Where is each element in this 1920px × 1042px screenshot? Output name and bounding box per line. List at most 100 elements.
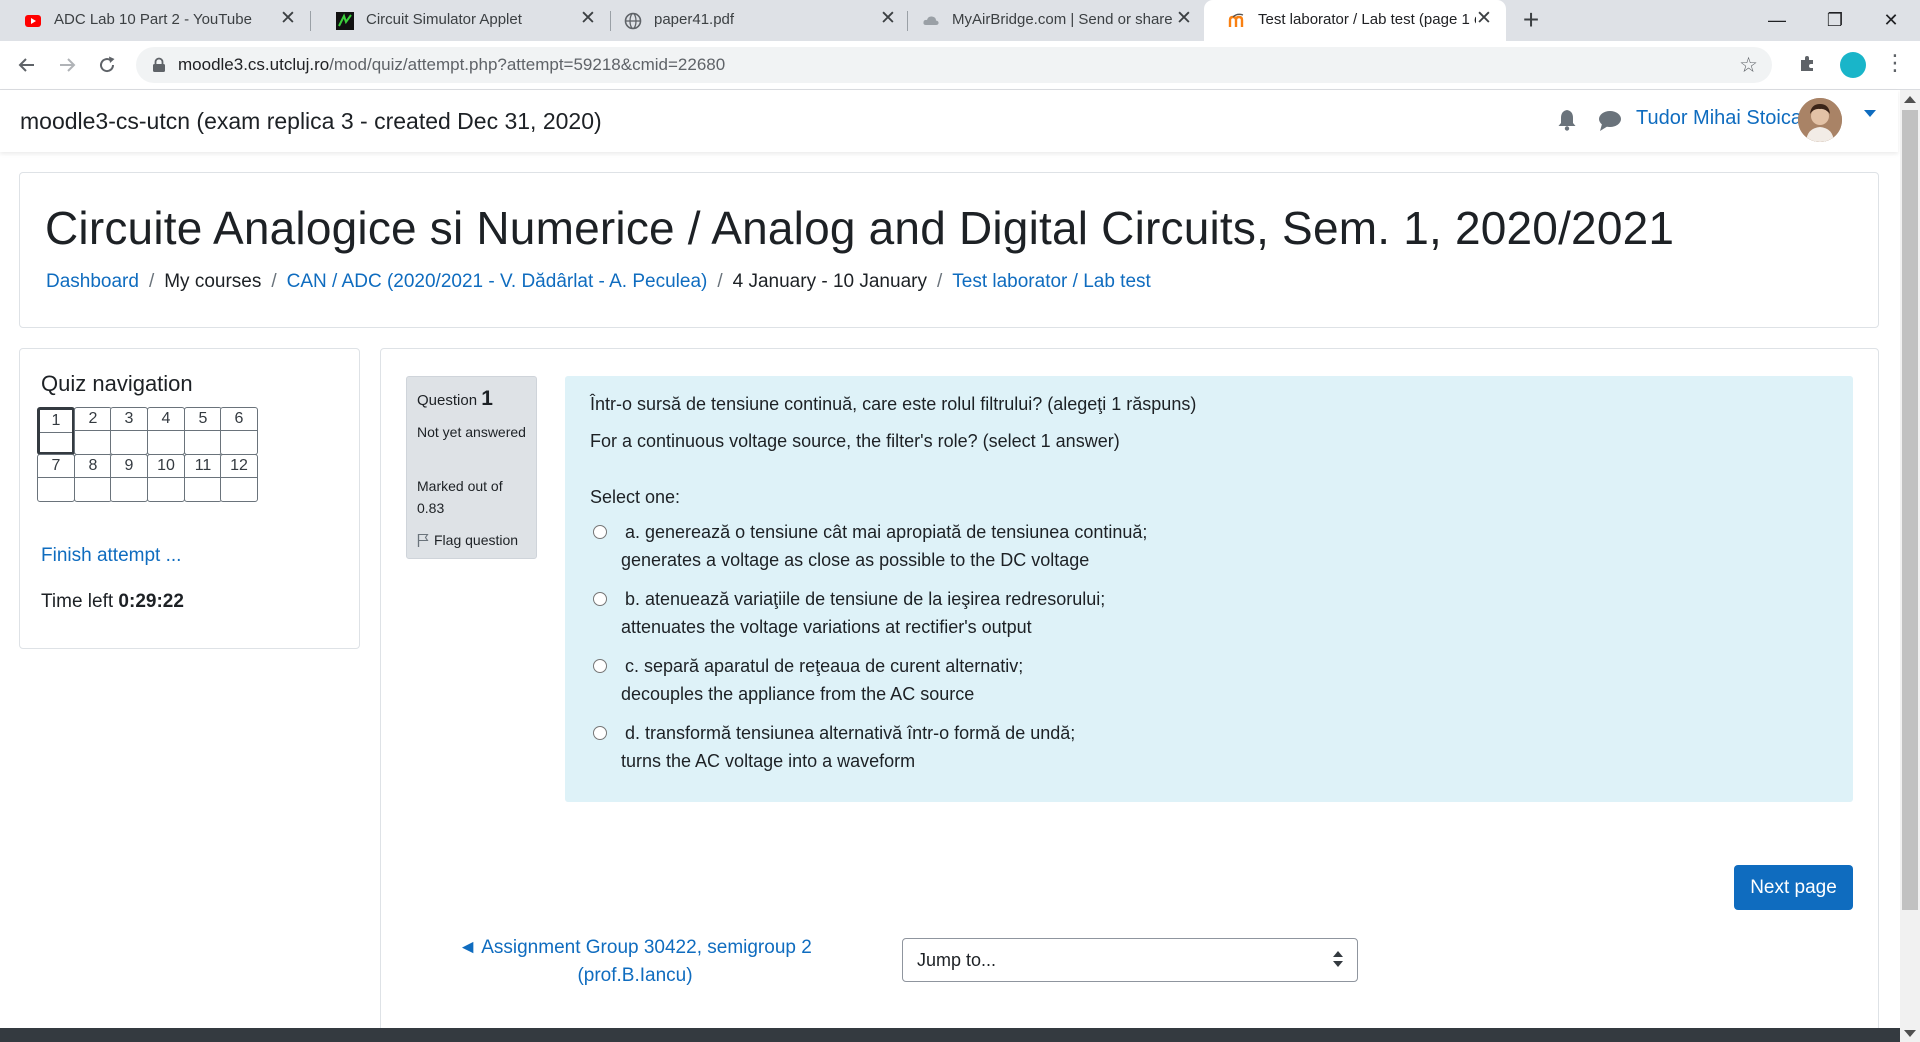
scroll-up-arrow-icon[interactable] <box>1904 96 1916 103</box>
answer-radio[interactable] <box>593 726 607 740</box>
quiz-nav-button-8[interactable]: 8 <box>74 454 112 502</box>
flag-icon <box>417 533 429 547</box>
tab-title: MyAirBridge.com | Send or share <box>952 11 1173 28</box>
forward-button[interactable] <box>50 48 84 82</box>
question-number-value: 1 <box>481 387 493 410</box>
tab-paper-pdf[interactable]: paper41.pdf ✕ <box>600 0 904 41</box>
jump-to-select[interactable]: Jump to... <box>902 938 1358 982</box>
moodle-icon <box>1228 13 1244 27</box>
course-title: Circuite Analogice si Numerice / Analog … <box>45 202 1675 254</box>
quiz-nav-number: 7 <box>51 457 61 474</box>
quiz-nav-button-10[interactable]: 10 <box>147 454 185 502</box>
answer-radio[interactable] <box>593 659 607 673</box>
youtube-icon <box>25 15 41 27</box>
tab-circuit-simulator[interactable]: Circuit Simulator Applet ✕ <box>312 0 610 41</box>
globe-icon <box>624 12 642 30</box>
browser-menu-icon[interactable]: ⋮ <box>1884 50 1906 76</box>
user-menu-caret-icon[interactable] <box>1864 110 1876 117</box>
tab-close-icon[interactable]: ✕ <box>878 8 898 30</box>
breadcrumb-separator: / <box>936 271 943 292</box>
quiz-nav-number: 3 <box>124 410 134 427</box>
tab-title: Test laborator / Lab test (page 1 o <box>1258 11 1476 28</box>
answer-text-en[interactable]: decouples the appliance from the AC sour… <box>621 684 974 705</box>
quiz-nav-button-3[interactable]: 3 <box>110 407 148 455</box>
quiz-nav-number: 2 <box>88 410 98 427</box>
breadcrumb-course[interactable]: CAN / ADC (2020/2021 - V. Dădârlat - A. … <box>287 271 708 292</box>
extensions-puzzle-icon[interactable] <box>1798 53 1818 73</box>
notification-bell-icon[interactable] <box>1556 108 1578 132</box>
previous-activity-line1[interactable]: ◄ Assignment Group 30422, semigroup 2 <box>440 934 830 962</box>
quiz-nav-button-6[interactable]: 6 <box>220 407 258 455</box>
restore-button[interactable]: ❐ <box>1806 0 1864 40</box>
user-name[interactable]: Tudor Mihai Stoica <box>1636 107 1802 130</box>
quiz-nav-button-1[interactable]: 1 <box>37 407 75 455</box>
user-avatar[interactable] <box>1798 98 1842 142</box>
time-left-value: 0:29:22 <box>118 591 184 612</box>
breadcrumb-my-courses: My courses <box>164 271 262 292</box>
quiz-nav-button-7[interactable]: 7 <box>37 454 75 502</box>
bookmark-star-icon[interactable]: ☆ <box>1739 53 1758 78</box>
quiz-nav-button-9[interactable]: 9 <box>110 454 148 502</box>
reload-button[interactable] <box>90 48 124 82</box>
url-text: moodle3.cs.utcluj.ro/mod/quiz/attempt.ph… <box>178 55 725 75</box>
answer-text-ro[interactable]: c. separă aparatul de reţeaua de curent … <box>625 656 1023 677</box>
answer-text-en[interactable]: generates a voltage as close as possible… <box>621 550 1089 571</box>
quiz-nav-button-4[interactable]: 4 <box>147 407 185 455</box>
messages-chat-icon[interactable] <box>1598 110 1622 132</box>
reload-icon <box>100 56 115 73</box>
quiz-nav-button-12[interactable]: 12 <box>220 454 258 502</box>
breadcrumb: Dashboard / My courses / CAN / ADC (2020/202… <box>46 271 1151 293</box>
back-button[interactable] <box>10 48 44 82</box>
address-bar[interactable]: moodle3.cs.utcluj.ro/mod/quiz/attempt.ph… <box>136 47 1772 83</box>
quiz-nav-button-11[interactable]: 11 <box>184 454 222 502</box>
previous-activity-line2[interactable]: (prof.B.Iancu) <box>440 962 830 990</box>
answer-text-en[interactable]: turns the AC voltage into a waveform <box>621 751 915 772</box>
quiz-nav-number: 9 <box>124 457 134 474</box>
tab-title: ADC Lab 10 Part 2 - YouTube <box>54 11 252 28</box>
answer-text-en[interactable]: attenuates the voltage variations at rec… <box>621 617 1032 638</box>
window-close-button[interactable]: ✕ <box>1862 0 1920 40</box>
answer-text-ro[interactable]: a. generează o tensiune cât mai apropiat… <box>625 522 1147 543</box>
tab-title: paper41.pdf <box>654 11 735 28</box>
quiz-nav-button-5[interactable]: 5 <box>184 407 222 455</box>
question-state: Not yet answered <box>417 424 526 440</box>
quiz-nav-number: 12 <box>230 457 248 474</box>
flag-question-button[interactable]: Flag question <box>417 532 518 548</box>
quiz-nav-number: 1 <box>51 412 61 429</box>
answer-text-ro[interactable]: d. transformă tensiunea alternativă într… <box>625 723 1075 744</box>
breadcrumb-dashboard[interactable]: Dashboard <box>46 271 139 292</box>
finish-attempt-link[interactable]: Finish attempt ... <box>41 545 181 567</box>
scroll-down-arrow-icon[interactable] <box>1904 1030 1916 1037</box>
next-page-button[interactable]: Next page <box>1734 865 1853 910</box>
tab-title: Circuit Simulator Applet <box>366 11 522 28</box>
breadcrumb-separator: / <box>271 271 277 292</box>
breadcrumb-separator: / <box>148 271 155 292</box>
previous-activity-link[interactable]: ◄ Assignment Group 30422, semigroup 2 (p… <box>440 934 830 990</box>
select-arrows-icon <box>1333 949 1343 971</box>
breadcrumb-week: 4 January - 10 January <box>732 271 927 292</box>
quiz-nav-number: 4 <box>161 410 171 427</box>
answer-radio[interactable] <box>593 592 607 606</box>
tab-lab-test[interactable]: Test laborator / Lab test (page 1 o ✕ <box>1204 0 1506 41</box>
question-grade: Marked out of 0.83 <box>417 478 503 516</box>
site-name[interactable]: moodle3-cs-utcn (exam replica 3 - create… <box>20 108 602 135</box>
circuit-icon <box>336 12 354 30</box>
tab-close-icon[interactable]: ✕ <box>278 8 298 30</box>
tab-youtube[interactable]: ADC Lab 10 Part 2 - YouTube ✕ <box>0 0 308 41</box>
answer-text-ro[interactable]: b. atenuează variaţiile de tensiune de l… <box>625 589 1105 610</box>
tab-divider <box>310 11 311 31</box>
answer-radio[interactable] <box>593 525 607 539</box>
page-header: Circuite Analogice si Numerice / Analog … <box>19 172 1879 328</box>
scrollbar-thumb[interactable] <box>1902 110 1918 910</box>
new-tab-button[interactable]: + <box>1516 5 1546 35</box>
profile-avatar-icon[interactable] <box>1840 52 1866 78</box>
user-photo-icon <box>1798 98 1842 142</box>
tab-close-icon[interactable]: ✕ <box>1474 8 1494 30</box>
tab-close-icon[interactable]: ✕ <box>1174 8 1194 30</box>
tab-myairbridge[interactable]: MyAirBridge.com | Send or share ✕ <box>898 0 1204 41</box>
quiz-nav-number: 5 <box>198 410 208 427</box>
minimize-button[interactable]: — <box>1748 0 1806 40</box>
quiz-nav-button-2[interactable]: 2 <box>74 407 112 455</box>
breadcrumb-lab-test[interactable]: Test laborator / Lab test <box>952 271 1151 292</box>
tab-close-icon[interactable]: ✕ <box>578 8 598 30</box>
